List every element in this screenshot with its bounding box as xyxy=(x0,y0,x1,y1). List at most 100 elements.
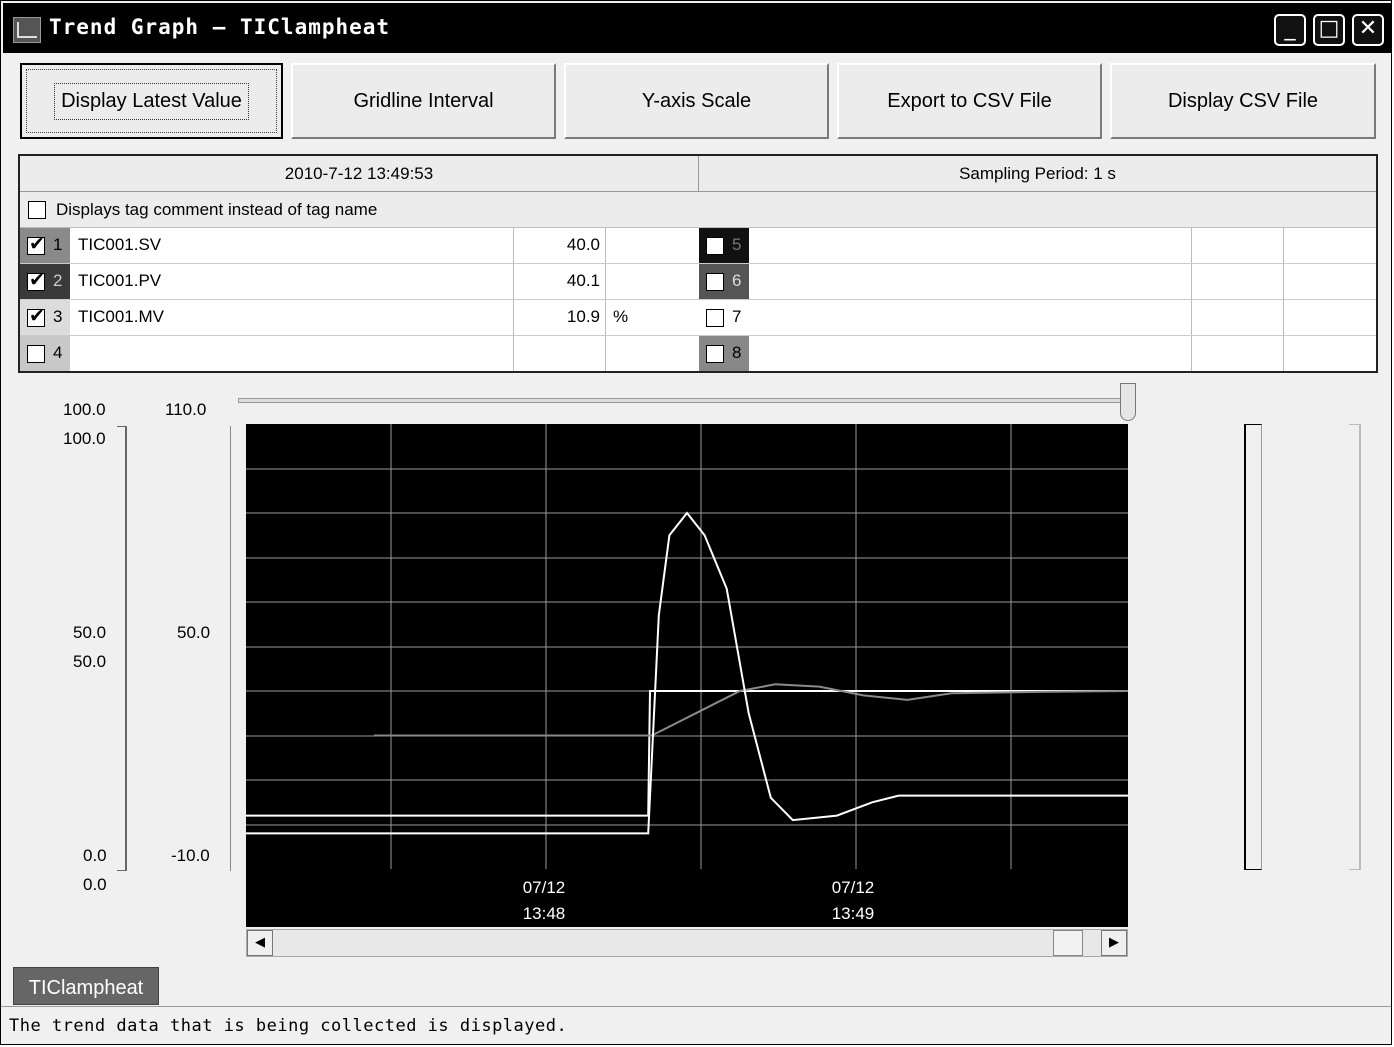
axis-a-top-label-2: 100.0 xyxy=(63,429,106,448)
gridlines xyxy=(246,424,1128,869)
time-label-1-date: 07/12 xyxy=(522,878,566,897)
comment-toggle-row: Displays tag comment instead of tag name xyxy=(20,192,1376,228)
right-axis-bracket-1 xyxy=(1244,424,1262,870)
column-divider xyxy=(513,336,514,371)
series-line-3 xyxy=(246,511,1128,835)
display-csv-label: Display CSV File xyxy=(1167,89,1319,112)
tag-checkbox-3[interactable] xyxy=(27,305,45,328)
axis-a-mid-label-2: 50.0 xyxy=(73,652,107,671)
axis-a-mid-label: 50.0 xyxy=(73,623,107,642)
tag-name: TIC001.SV xyxy=(78,235,162,254)
tab-ticlampheat[interactable]: TIClampheat xyxy=(13,967,159,1005)
sampling-period-header: Sampling Period: 1 s xyxy=(699,156,1376,192)
time-label-1-time: 13:48 xyxy=(522,904,566,923)
export-csv-button[interactable]: Export to CSV File xyxy=(837,63,1102,139)
tag-checkbox-5[interactable] xyxy=(706,237,724,255)
axis-a-bracket xyxy=(117,426,127,871)
column-divider xyxy=(605,228,606,263)
gridline-interval-button[interactable]: Gridline Interval xyxy=(291,63,556,139)
column-divider xyxy=(605,336,606,371)
tag-color-cell: 6 xyxy=(699,264,749,299)
tag-color-cell: 3 xyxy=(20,300,70,335)
tag-name: TIC001.PV xyxy=(78,271,162,290)
column-divider xyxy=(513,300,514,335)
column-divider xyxy=(513,228,514,263)
tag-row-3: 3 TIC001.MV 10.9 % 7 xyxy=(20,300,1376,336)
y-axis-scale-button[interactable]: Y-axis Scale xyxy=(564,63,829,139)
tag-unit: % xyxy=(613,307,629,326)
column-divider xyxy=(1283,264,1284,299)
window-title: Trend Graph – TIClampheat xyxy=(49,15,391,39)
comment-toggle-label: Displays tag comment instead of tag name xyxy=(56,200,378,219)
tag-number: 7 xyxy=(732,307,742,326)
tag-number: 5 xyxy=(732,235,742,254)
trend-graph-window: Trend Graph – TIClampheat _ □ ✕ Display … xyxy=(0,0,1392,1045)
axis-a-top-label: 100.0 xyxy=(63,400,106,419)
tag-row-4: 4 8 xyxy=(20,336,1376,372)
tag-number: 3 xyxy=(53,307,63,326)
tag-number: 8 xyxy=(732,343,742,362)
tag-value: 10.9 xyxy=(566,307,600,326)
time-label-2-time: 13:49 xyxy=(831,904,875,923)
column-divider xyxy=(605,300,606,335)
tag-color-cell: 4 xyxy=(20,336,70,371)
time-range-slider-thumb[interactable] xyxy=(1120,383,1136,421)
minimize-button[interactable]: _ xyxy=(1274,14,1306,46)
tag-name: TIC001.MV xyxy=(78,307,164,326)
tag-number: 1 xyxy=(53,235,63,254)
display-latest-value-label: Display Latest Value xyxy=(54,82,249,120)
maximize-button[interactable]: □ xyxy=(1313,14,1345,46)
column-divider xyxy=(1191,336,1192,371)
comment-toggle-checkbox[interactable] xyxy=(28,201,46,219)
tag-color-cell: 8 xyxy=(699,336,749,371)
tag-color-cell: 2 xyxy=(20,264,70,299)
series-line-1 xyxy=(246,690,1128,817)
tag-checkbox-2[interactable] xyxy=(27,269,45,292)
trend-graph-app-icon xyxy=(13,17,41,43)
sampling-period: Sampling Period: 1 s xyxy=(959,163,1116,183)
time-label-2: 07/12 13:49 xyxy=(813,875,893,927)
axis-b-top-label: 110.0 xyxy=(165,400,207,419)
tag-color-cell: 7 xyxy=(699,300,749,335)
display-latest-value-button[interactable]: Display Latest Value xyxy=(20,63,283,139)
column-divider xyxy=(1191,228,1192,263)
column-divider xyxy=(605,264,606,299)
column-divider xyxy=(513,264,514,299)
time-axis-bar: 07/12 13:48 07/12 13:49 xyxy=(246,869,1128,927)
display-csv-button[interactable]: Display CSV File xyxy=(1110,63,1376,139)
axis-a-bottom-label-2: 0.0 xyxy=(83,875,107,894)
export-csv-label: Export to CSV File xyxy=(887,89,1052,112)
y-axis-scale-label: Y-axis Scale xyxy=(641,89,752,112)
column-divider xyxy=(1283,336,1284,371)
status-text: The trend data that is being collected i… xyxy=(9,1016,568,1036)
gridline-interval-label: Gridline Interval xyxy=(353,89,494,112)
tag-checkbox-7[interactable] xyxy=(706,309,724,327)
scroll-left-button[interactable]: ◀ xyxy=(247,930,273,956)
tag-checkbox-6[interactable] xyxy=(706,273,724,291)
time-scrollbar-thumb[interactable] xyxy=(1053,930,1083,956)
tag-checkbox-8[interactable] xyxy=(706,345,724,363)
tag-number: 4 xyxy=(53,343,63,362)
close-button[interactable]: ✕ xyxy=(1352,14,1384,46)
tag-value: 40.1 xyxy=(566,271,600,290)
column-divider xyxy=(1283,228,1284,263)
trend-plot-area[interactable] xyxy=(246,424,1129,869)
axis-b-bottom-label: -10.0 xyxy=(171,846,210,865)
title-bar[interactable]: Trend Graph – TIClampheat _ □ ✕ xyxy=(3,3,1391,53)
scroll-right-button[interactable]: ▶ xyxy=(1101,930,1127,956)
tag-value: 40.0 xyxy=(566,235,600,254)
time-range-slider-track[interactable] xyxy=(238,398,1130,403)
tag-panel: 2010-7-12 13:49:53 Sampling Period: 1 s … xyxy=(18,154,1378,373)
tag-checkbox-1[interactable] xyxy=(27,233,45,256)
tag-row-1: 1 TIC001.SV 40.0 5 xyxy=(20,228,1376,264)
timestamp: 2010-7-12 13:49:53 xyxy=(284,163,434,183)
trend-plot-svg xyxy=(246,424,1129,869)
tag-checkbox-4[interactable] xyxy=(27,345,45,363)
right-axis-bracket-2 xyxy=(1349,424,1361,870)
tag-color-cell: 1 xyxy=(20,228,70,263)
time-scrollbar[interactable]: ◀ ▶ xyxy=(246,929,1128,957)
time-label-2-date: 07/12 xyxy=(831,878,875,897)
timestamp-header: 2010-7-12 13:49:53 xyxy=(20,156,699,192)
axis-b-bracket xyxy=(223,426,231,871)
column-divider xyxy=(1191,264,1192,299)
